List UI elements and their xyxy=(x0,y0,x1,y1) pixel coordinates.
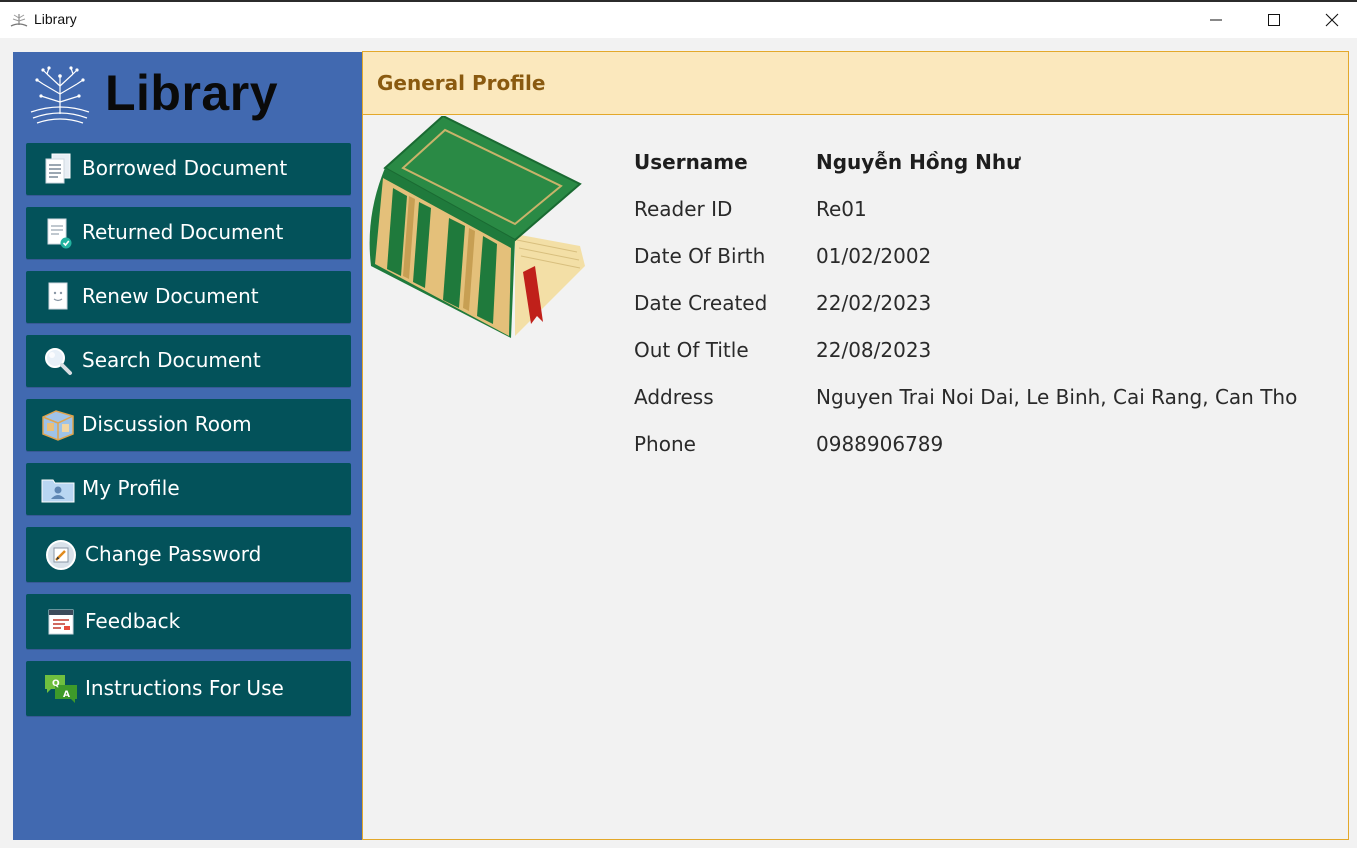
nav-label: Instructions For Use xyxy=(85,676,284,700)
library-tree-icon xyxy=(10,14,28,27)
field-value: 0988906789 xyxy=(816,432,944,456)
document-face-icon xyxy=(48,282,68,310)
panel-header: General Profile xyxy=(363,52,1348,115)
feedback-form-icon xyxy=(48,609,74,635)
general-profile-panel: General Profile Username Nguyễn Hồng Như… xyxy=(362,51,1349,840)
returned-document-button[interactable]: Returned Document xyxy=(26,207,351,259)
field-label: Out Of Title xyxy=(634,338,749,362)
field-value: 22/02/2023 xyxy=(816,291,932,315)
minimize-button[interactable] xyxy=(1187,2,1245,38)
nav-label: Discussion Room xyxy=(82,412,252,436)
field-value: 22/08/2023 xyxy=(816,338,932,362)
field-label: Username xyxy=(634,150,748,174)
field-label: Phone xyxy=(634,432,696,456)
nav-label: Search Document xyxy=(82,348,261,372)
magnifier-icon xyxy=(45,348,72,375)
field-value: Re01 xyxy=(816,197,867,221)
nav-label: Renew Document xyxy=(82,284,259,308)
borrowed-document-button[interactable]: Borrowed Document xyxy=(26,143,351,195)
field-label: Reader ID xyxy=(634,197,733,221)
field-value: Nguyễn Hồng Như xyxy=(816,150,1021,174)
sidebar: Library Borrowed Document Returned Docum… xyxy=(13,52,362,840)
svg-text:Q: Q xyxy=(52,679,60,689)
password-edit-icon xyxy=(46,540,76,570)
nav-label: Returned Document xyxy=(82,220,284,244)
qa-chat-icon: Q A xyxy=(45,675,77,703)
library-tree-logo-icon xyxy=(30,66,90,124)
profile-folder-icon xyxy=(41,479,75,503)
nav-label: My Profile xyxy=(82,476,180,500)
nav-label: Borrowed Document xyxy=(82,156,288,180)
panel-title: General Profile xyxy=(377,71,546,95)
close-icon xyxy=(1325,13,1339,27)
close-button[interactable] xyxy=(1303,2,1357,38)
instructions-for-use-button[interactable]: Q A Instructions For Use xyxy=(26,661,351,716)
room-cube-icon xyxy=(42,410,74,441)
field-label: Date Of Birth xyxy=(634,244,766,268)
minimize-icon xyxy=(1210,19,1222,21)
window-titlebar: Library xyxy=(0,2,1357,38)
window-title: Library xyxy=(34,11,77,27)
change-password-button[interactable]: Change Password xyxy=(26,527,351,582)
nav-label: Change Password xyxy=(85,542,262,566)
search-document-button[interactable]: Search Document xyxy=(26,335,351,387)
document-stack-icon xyxy=(45,153,71,184)
field-value: Nguyen Trai Noi Dai, Le Binh, Cai Rang, … xyxy=(816,385,1298,409)
field-label: Address xyxy=(634,385,714,409)
feedback-button[interactable]: Feedback xyxy=(26,594,351,649)
svg-text:A: A xyxy=(63,690,70,700)
brand-title: Library xyxy=(105,65,279,121)
nav-label: Feedback xyxy=(85,609,181,633)
document-check-icon xyxy=(47,218,72,249)
maximize-button[interactable] xyxy=(1245,2,1303,38)
renew-document-button[interactable]: Renew Document xyxy=(26,271,351,323)
field-label: Date Created xyxy=(634,291,768,315)
maximize-icon xyxy=(1268,14,1280,26)
green-book-icon xyxy=(369,116,585,338)
my-profile-button[interactable]: My Profile xyxy=(26,463,351,515)
field-value: 01/02/2002 xyxy=(816,244,932,268)
discussion-room-button[interactable]: Discussion Room xyxy=(26,399,351,451)
